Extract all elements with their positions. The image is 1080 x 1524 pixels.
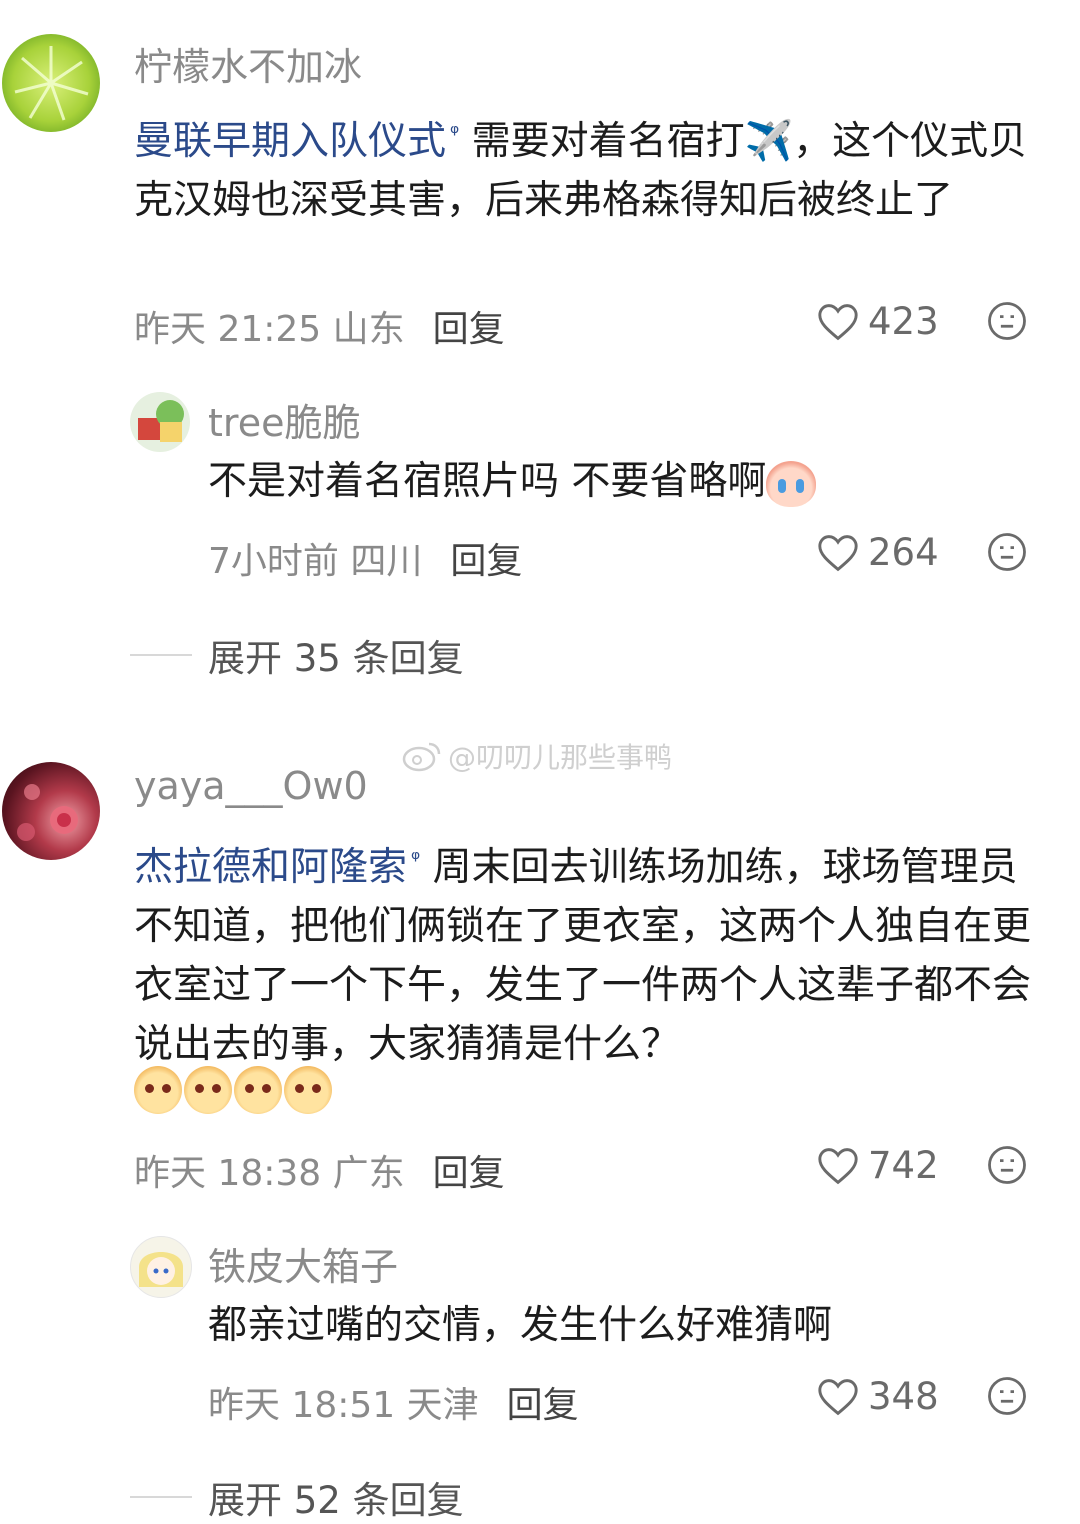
search-icon: ᵠ <box>450 121 460 146</box>
topic-link[interactable]: 曼联早期入队仪式 <box>134 119 446 164</box>
search-icon: ᵠ <box>411 847 421 872</box>
like-count: 348 <box>868 1375 939 1418</box>
neutral-face-icon <box>988 1377 1026 1415</box>
reply-username[interactable]: tree脆脆 <box>208 392 360 447</box>
expand-replies-button[interactable]: 展开 35 条回复 <box>130 628 464 682</box>
heart-icon <box>818 1378 858 1415</box>
comment-time: 昨天 21:25 山东 <box>134 309 405 350</box>
reply-body: 不是对着名宿照片吗 不要省略啊 <box>208 459 767 504</box>
like-button[interactable]: 264 <box>816 531 939 574</box>
reply-meta: 7小时前 四川 回复 <box>208 532 522 584</box>
comment-meta: 昨天 18:38 广东 回复 <box>134 1144 505 1196</box>
comment-time: 昨天 18:38 广东 <box>134 1153 405 1194</box>
cute-face-emoji-icon <box>134 1066 182 1114</box>
comment-username[interactable]: yaya___Ow0 <box>134 764 368 808</box>
crying-emoji-icon <box>766 460 817 507</box>
expand-replies-label: 展开 35 条回复 <box>208 637 464 680</box>
reading-character-icon <box>138 400 184 442</box>
reply-button[interactable]: 回复 <box>450 541 522 582</box>
reply-body: 都亲过嘴的交情，发生什么好难猜啊 <box>208 1303 833 1348</box>
heart-icon <box>818 303 858 340</box>
lime-slice-icon <box>14 46 89 121</box>
dislike-emoji-button[interactable] <box>986 531 1028 577</box>
reply-time: 昨天 18:51 天津 <box>208 1385 479 1426</box>
rose-icon <box>17 784 78 841</box>
heart-icon <box>818 1147 858 1184</box>
dislike-emoji-button[interactable] <box>986 1375 1028 1421</box>
comment-meta: 昨天 21:25 山东 回复 <box>134 300 505 352</box>
divider <box>130 654 192 656</box>
dislike-emoji-button[interactable] <box>986 300 1028 346</box>
cute-face-emoji-icon <box>284 1066 332 1114</box>
cute-face-emoji-icon <box>184 1066 232 1114</box>
avatar-cartoon[interactable] <box>130 1236 192 1298</box>
like-count: 423 <box>868 300 939 343</box>
anime-girl-icon <box>139 1252 183 1287</box>
neutral-face-icon <box>988 1146 1026 1184</box>
expand-replies-label: 展开 52 条回复 <box>208 1479 464 1522</box>
like-button[interactable]: 423 <box>816 300 939 343</box>
reply-button[interactable]: 回复 <box>433 1153 505 1194</box>
avatar-tree[interactable] <box>130 392 190 452</box>
neutral-face-icon <box>988 533 1026 571</box>
watermark: @叨叨儿那些事鸭 <box>402 736 672 776</box>
emoji-row <box>134 1066 332 1114</box>
like-button[interactable]: 348 <box>816 1375 939 1418</box>
reply-username[interactable]: 铁皮大箱子 <box>208 1236 398 1291</box>
comment-username[interactable]: 柠檬水不加冰 <box>134 36 362 91</box>
expand-replies-button[interactable]: 展开 52 条回复 <box>130 1470 464 1524</box>
reply-meta: 昨天 18:51 天津 回复 <box>208 1376 579 1428</box>
neutral-face-icon <box>988 302 1026 340</box>
comment-text: 曼联早期入队仪式 ᵠ 需要对着名宿打✈️，这个仪式贝克汉姆也深受其害，后来弗格森得… <box>134 104 1054 230</box>
topic-link[interactable]: 杰拉德和阿隆索 <box>134 845 407 890</box>
comment-text: 杰拉德和阿隆索 ᵠ 周末回去训练场加练，球场管理员不知道，把他们俩锁在了更衣室，这… <box>134 830 1054 1074</box>
reply-text: 都亲过嘴的交情，发生什么好难猜啊 <box>208 1296 1048 1355</box>
weibo-logo-icon <box>402 742 441 772</box>
heart-icon <box>818 534 858 571</box>
avatar-lime[interactable] <box>2 34 100 132</box>
cute-face-emoji-icon <box>234 1066 282 1114</box>
like-button[interactable]: 742 <box>816 1144 939 1187</box>
reply-text: 不是对着名宿照片吗 不要省略啊 <box>208 452 1048 511</box>
dislike-emoji-button[interactable] <box>986 1144 1028 1190</box>
like-count: 264 <box>868 531 939 574</box>
watermark-text: @叨叨儿那些事鸭 <box>448 741 673 774</box>
reply-button[interactable]: 回复 <box>433 309 505 350</box>
avatar-roses[interactable] <box>2 762 100 860</box>
reply-time: 7小时前 四川 <box>208 541 423 582</box>
reply-button[interactable]: 回复 <box>507 1385 579 1426</box>
divider <box>130 1496 192 1498</box>
like-count: 742 <box>868 1144 939 1187</box>
